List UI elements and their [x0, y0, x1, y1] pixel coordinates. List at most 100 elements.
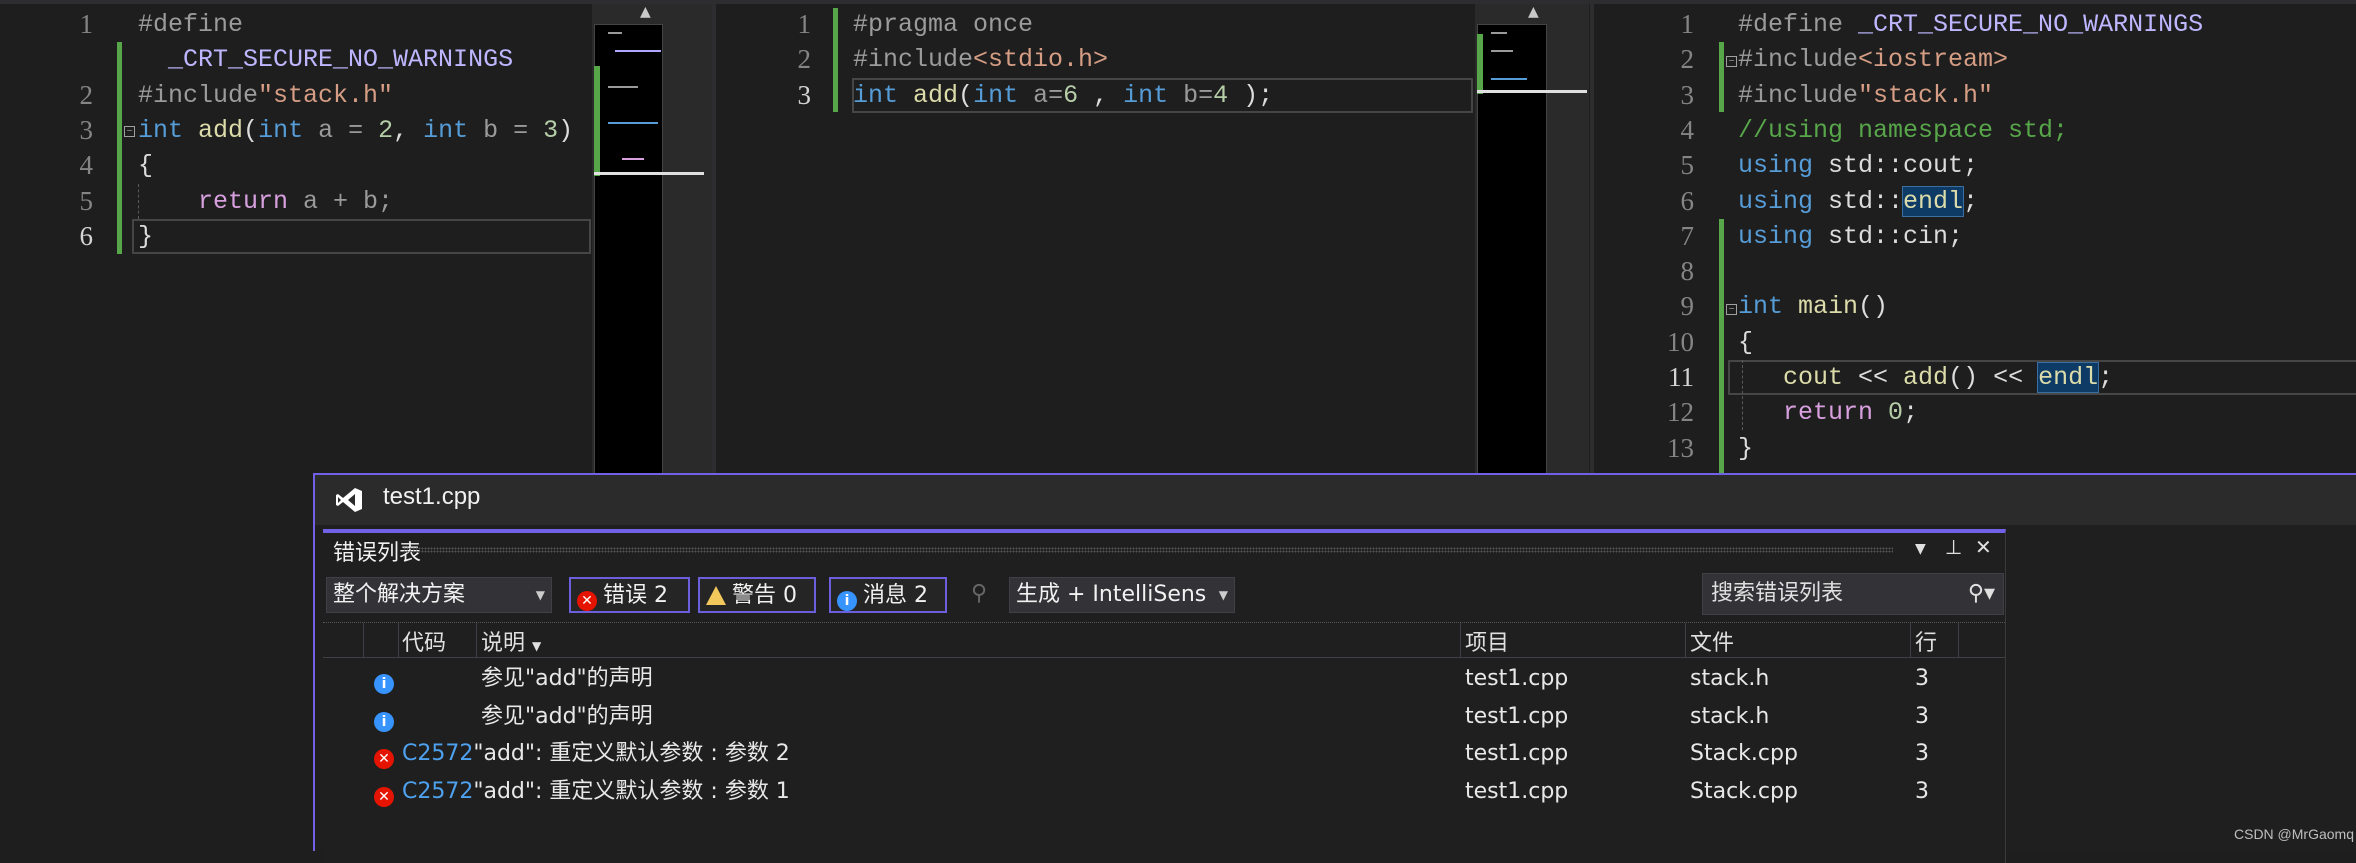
error-code-link[interactable]: C2572 — [402, 741, 473, 766]
column-divider[interactable] — [476, 623, 477, 657]
code-token: add — [1903, 363, 1949, 392]
warnings-filter-button[interactable]: 警告 0 — [698, 577, 816, 613]
code-line[interactable]: 12 return 0; — [1594, 395, 2356, 430]
filter-icon[interactable]: ⚲ — [971, 577, 997, 613]
code-token: 2 — [378, 115, 394, 145]
code-line[interactable]: 10 { — [1594, 325, 2356, 360]
code-text: #include"stack.h" — [138, 78, 393, 113]
code-token: add — [913, 80, 959, 110]
dropdown-menu-icon[interactable]: ▼ — [1915, 541, 1926, 557]
error-list-row[interactable]: ✕ C2572"add": 重定义默认参数 : 参数 2 test1.cpp Stac… — [323, 735, 2005, 772]
code-line[interactable]: 2 #include"stack.h" — [0, 78, 712, 113]
code-line[interactable]: 8 — [1594, 254, 2356, 289]
code-line[interactable]: 3 #include"stack.h" — [1594, 78, 2356, 113]
code-token: ; — [2098, 363, 2114, 392]
error-list-window[interactable]: test1.cpp 错误列表 ▼ ⊥ ✕ 整个解决方案 ▼ ✕ 错误 2 警告 0… — [313, 473, 2356, 863]
source-dropdown[interactable]: 生成 + IntelliSens ▼ — [1009, 577, 1235, 613]
code-line[interactable]: 3 int add(int a = 2, int b = 3) — [0, 113, 712, 148]
error-list-row[interactable]: i 参见"add"的声明 test1.cpp stack.h 3 — [323, 698, 2005, 735]
code-text: using std::cin; — [1738, 219, 1963, 254]
error-description: "add": 重定义默认参数 : 参数 2 — [473, 741, 790, 766]
code-line[interactable]: 1 #define — [0, 7, 712, 42]
column-header-file[interactable]: 文件 — [1690, 625, 1734, 657]
error-icon: ✕ — [577, 591, 597, 611]
code-line[interactable]: 1 #define _CRT_SECURE_NO_WARNINGS — [1594, 7, 2356, 42]
code-token: #include — [1738, 80, 1859, 110]
code-token: 6 — [1063, 80, 1079, 110]
code-line[interactable]: 6} — [0, 219, 712, 254]
close-icon[interactable]: ✕ — [1975, 535, 1992, 559]
column-divider[interactable] — [363, 623, 364, 657]
column-divider[interactable] — [1460, 623, 1461, 657]
line-number: 1 — [1680, 9, 1695, 39]
code-token: main — [1798, 292, 1859, 322]
error-description: "add": 重定义默认参数 : 参数 1 — [473, 778, 790, 804]
line-number: 2 — [79, 79, 94, 110]
code-text: int add(int a = 2, int b = 3) — [138, 113, 573, 148]
code-line[interactable]: 5 using std::cout; — [1594, 148, 2356, 183]
code-token: << — [1843, 363, 1904, 392]
error-line-cell: 3 — [1915, 703, 1929, 729]
search-error-list-input[interactable]: 搜索错误列表 ⚲▾ — [1702, 573, 2004, 615]
code-token: #include — [138, 80, 259, 110]
column-divider[interactable] — [1910, 623, 1911, 657]
column-header-description-label: 说明 — [481, 631, 526, 656]
code-line[interactable]: 9 int main() — [1594, 289, 2356, 324]
code-token: ; — [1963, 186, 1979, 216]
errors-filter-button[interactable]: ✕ 错误 2 — [569, 577, 690, 613]
line-number: 5 — [1680, 150, 1695, 181]
search-icon[interactable]: ⚲▾ — [1968, 574, 1995, 614]
error-list-panel: 错误列表 ▼ ⊥ ✕ 整个解决方案 ▼ ✕ 错误 2 警告 0 i 消息 2 ⚲ 生… — [323, 529, 2006, 863]
column-header-code[interactable]: 代码 — [402, 625, 446, 657]
scope-dropdown[interactable]: 整个解决方案 ▼ — [326, 577, 552, 613]
error-code-link[interactable]: C2572 — [402, 779, 473, 804]
code-token: 0 — [1888, 398, 1904, 428]
line-number: 1 — [79, 9, 94, 39]
visual-studio-logo-icon — [336, 488, 362, 512]
code-line[interactable]: 2 #include<iostream> — [1594, 42, 2356, 77]
code-line[interactable]: 1 #pragma once — [716, 7, 1589, 42]
messages-filter-button[interactable]: i 消息 2 — [829, 577, 947, 613]
column-header-project[interactable]: 项目 — [1465, 625, 1509, 657]
column-divider[interactable] — [1685, 623, 1686, 657]
code-text: _CRT_SECURE_NO_WARNINGS — [138, 42, 513, 77]
code-line[interactable]: 11 cout << add() << endl; — [1594, 360, 2356, 395]
code-line[interactable]: 3 int add(int a=6 , int b=4 ); — [716, 78, 1589, 113]
warning-icon — [706, 586, 726, 605]
pin-icon[interactable]: ⊥ — [1945, 535, 1962, 559]
code-text: #include<stdio.h> — [853, 42, 1108, 77]
column-header-description[interactable]: 说明 ▼ — [481, 625, 541, 657]
code-token: _CRT_SECURE_NO_WARNINGS — [168, 45, 514, 75]
code-token: int — [258, 115, 304, 145]
code-text: return a + b; — [138, 184, 393, 219]
code-text: using std::cout; — [1738, 148, 1978, 183]
code-token: b = — [468, 115, 544, 145]
drag-grip[interactable] — [403, 547, 1893, 553]
column-divider[interactable] — [398, 623, 399, 657]
code-line[interactable]: 4{ — [0, 148, 712, 183]
window-title-bar[interactable]: test1.cpp — [315, 475, 2356, 525]
code-line[interactable]: 2 #include<stdio.h> — [716, 42, 1589, 77]
code-line[interactable]: 4 //using namespace std; — [1594, 113, 2356, 148]
code-text: return 0; — [1738, 395, 1918, 430]
code-line[interactable]: _CRT_SECURE_NO_WARNINGS — [0, 42, 712, 77]
code-token: ) — [558, 115, 574, 145]
highlighted-reference: endl — [1902, 185, 1965, 217]
column-header-line[interactable]: 行 — [1915, 625, 1937, 657]
code-line[interactable]: 5 return a + b; — [0, 184, 712, 219]
code-token: std::cin; — [1813, 221, 1964, 251]
error-file-cell: stack.h — [1690, 666, 1770, 691]
errors-filter-label: 错误 2 — [603, 583, 668, 608]
sort-descending-icon: ▼ — [532, 639, 542, 653]
error-list-row[interactable]: i 参见"add"的声明 test1.cpp stack.h 3 — [323, 660, 2005, 697]
code-text: #define — [138, 7, 243, 42]
column-divider[interactable] — [1958, 623, 1959, 657]
code-line[interactable]: 7 using std::cin; — [1594, 219, 2356, 254]
code-line[interactable]: 13} — [1594, 431, 2356, 466]
code-line[interactable]: 6 using std::endl; — [1594, 184, 2356, 219]
code-text: } — [1738, 431, 1753, 466]
error-list-row[interactable]: ✕ C2572"add": 重定义默认参数 : 参数 1 test1.cpp Stac… — [323, 773, 2005, 810]
